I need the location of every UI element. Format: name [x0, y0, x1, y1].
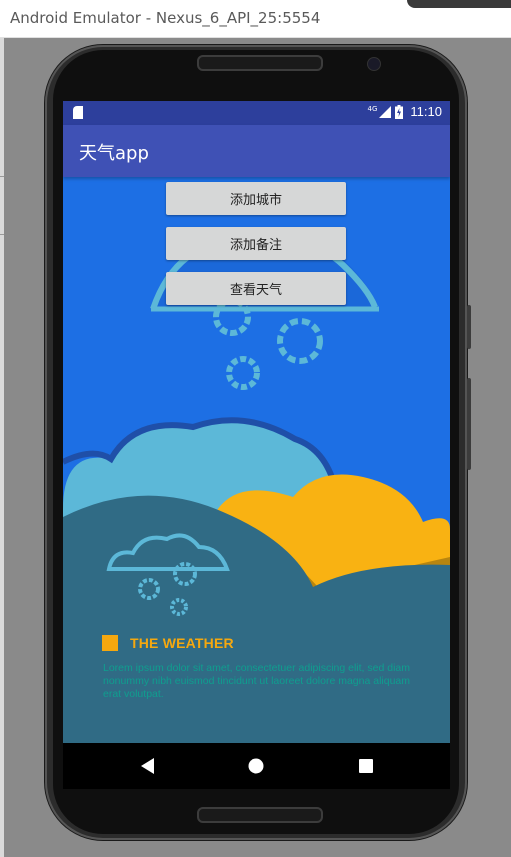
front-camera: [367, 57, 381, 71]
emulator-title-bar: Android Emulator - Nexus_6_API_25:5554: [0, 0, 511, 38]
add-city-button[interactable]: 添加城市: [166, 182, 346, 215]
sim-card-icon: [73, 106, 83, 119]
lorem-text: Lorem ipsum dolor sit amet, consectetuer…: [103, 662, 411, 700]
snowflake-icon: [213, 298, 323, 390]
add-note-button[interactable]: 添加备注: [166, 227, 346, 260]
home-icon[interactable]: [247, 757, 265, 775]
device-screen: 4G 11:10 天气app 添加城市 添加备注 查看天气 THE WEATHE…: [63, 101, 450, 743]
cell-signal-icon: [379, 105, 392, 118]
view-weather-button[interactable]: 查看天气: [166, 272, 346, 305]
battery-charging-icon: [395, 104, 404, 119]
emulator-title: Android Emulator - Nexus_6_API_25:5554: [10, 9, 321, 27]
status-bar: 4G 11:10: [63, 101, 450, 125]
bottom-speaker: [197, 807, 323, 823]
weather-illustration: [63, 231, 450, 743]
top-speaker: [197, 55, 323, 71]
volume-button[interactable]: [467, 305, 471, 349]
recents-icon[interactable]: [358, 757, 374, 775]
app-title: 天气app: [79, 143, 149, 164]
navigation-bar: [63, 743, 450, 789]
app-bar: 天气app: [63, 125, 450, 177]
heading-bullet: [102, 635, 118, 651]
power-button[interactable]: [467, 378, 471, 470]
weather-heading: THE WEATHER: [130, 635, 234, 651]
emulator-left-edge: [0, 38, 4, 857]
status-clock: 11:10: [410, 104, 442, 119]
back-icon[interactable]: [140, 757, 156, 775]
emulator-toolbar-edge: [407, 0, 511, 8]
network-type: 4G: [367, 104, 378, 113]
